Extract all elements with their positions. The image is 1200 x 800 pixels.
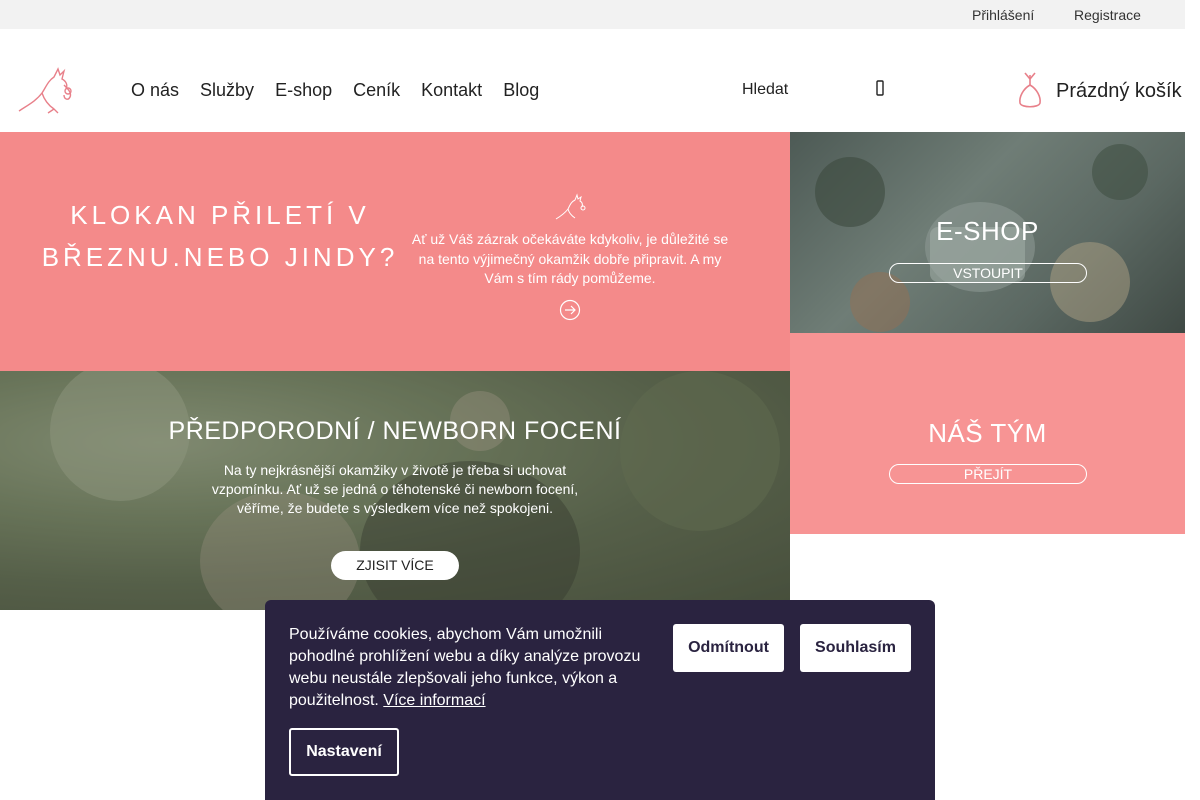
more-info-link[interactable]: Více informací — [383, 692, 485, 709]
decline-button[interactable]: Odmítnout — [673, 624, 784, 672]
newborn-banner: PŘEDPORODNÍ / NEWBORN FOCENÍ Na ty nejkr… — [0, 371, 790, 610]
team-title: NÁŠ TÝM — [928, 418, 1047, 448]
search-input[interactable]: Hledat — [742, 81, 788, 99]
team-go-button[interactable]: PŘEJÍT — [889, 464, 1087, 484]
nav-item-eshop[interactable]: E-shop — [275, 80, 332, 101]
newborn-title: PŘEDPORODNÍ / NEWBORN FOCENÍ — [168, 417, 622, 445]
arrow-right-circle-icon[interactable] — [559, 299, 581, 321]
settings-button[interactable]: Nastavení — [289, 728, 399, 776]
learn-more-button[interactable]: ZJISIT VÍCE — [331, 551, 459, 580]
cart-bag-icon[interactable] — [1015, 71, 1045, 111]
newborn-text: Na ty nejkrásnější okamžiky v životě je … — [211, 462, 579, 516]
kangaroo-logo-icon[interactable] — [14, 63, 76, 115]
search-icon[interactable] — [870, 78, 890, 98]
hero-text: Ať už Váš zázrak očekáváte kdykoliv, je … — [411, 231, 729, 286]
hero-banner: KLOKAN PŘILETÍ V BŘEZNU.NEBO JINDY? Ať u… — [0, 132, 790, 371]
login-link[interactable]: Přihlášení — [972, 7, 1034, 23]
site-header: O nás Služby E-shop Ceník Kontakt Blog H… — [0, 29, 1185, 132]
team-tile[interactable]: NÁŠ TÝM PŘEJÍT — [790, 333, 1185, 534]
accept-button[interactable]: Souhlasím — [800, 624, 911, 672]
hero-title: KLOKAN PŘILETÍ V BŘEZNU.NEBO JINDY? — [41, 200, 399, 272]
top-bar: Přihlášení Registrace — [0, 0, 1185, 29]
nav-item-contact[interactable]: Kontakt — [421, 80, 482, 101]
main-nav: O nás Služby E-shop Ceník Kontakt Blog — [131, 80, 560, 101]
kangaroo-mini-icon — [553, 192, 587, 222]
nav-item-pricing[interactable]: Ceník — [353, 80, 400, 101]
cart-label[interactable]: Prázdný košík — [1056, 80, 1182, 103]
cookie-text: Používáme cookies, abychom Vám umožnili … — [289, 624, 654, 712]
register-link[interactable]: Registrace — [1074, 7, 1141, 23]
cookie-banner: Používáme cookies, abychom Vám umožnili … — [265, 600, 935, 800]
nav-item-about[interactable]: O nás — [131, 80, 179, 101]
eshop-enter-button[interactable]: VSTOUPIT — [889, 263, 1087, 283]
eshop-tile[interactable]: E-SHOP VSTOUPIT — [790, 132, 1185, 333]
nav-item-services[interactable]: Služby — [200, 80, 254, 101]
nav-item-blog[interactable]: Blog — [503, 80, 539, 101]
eshop-title: E-SHOP — [936, 216, 1039, 246]
